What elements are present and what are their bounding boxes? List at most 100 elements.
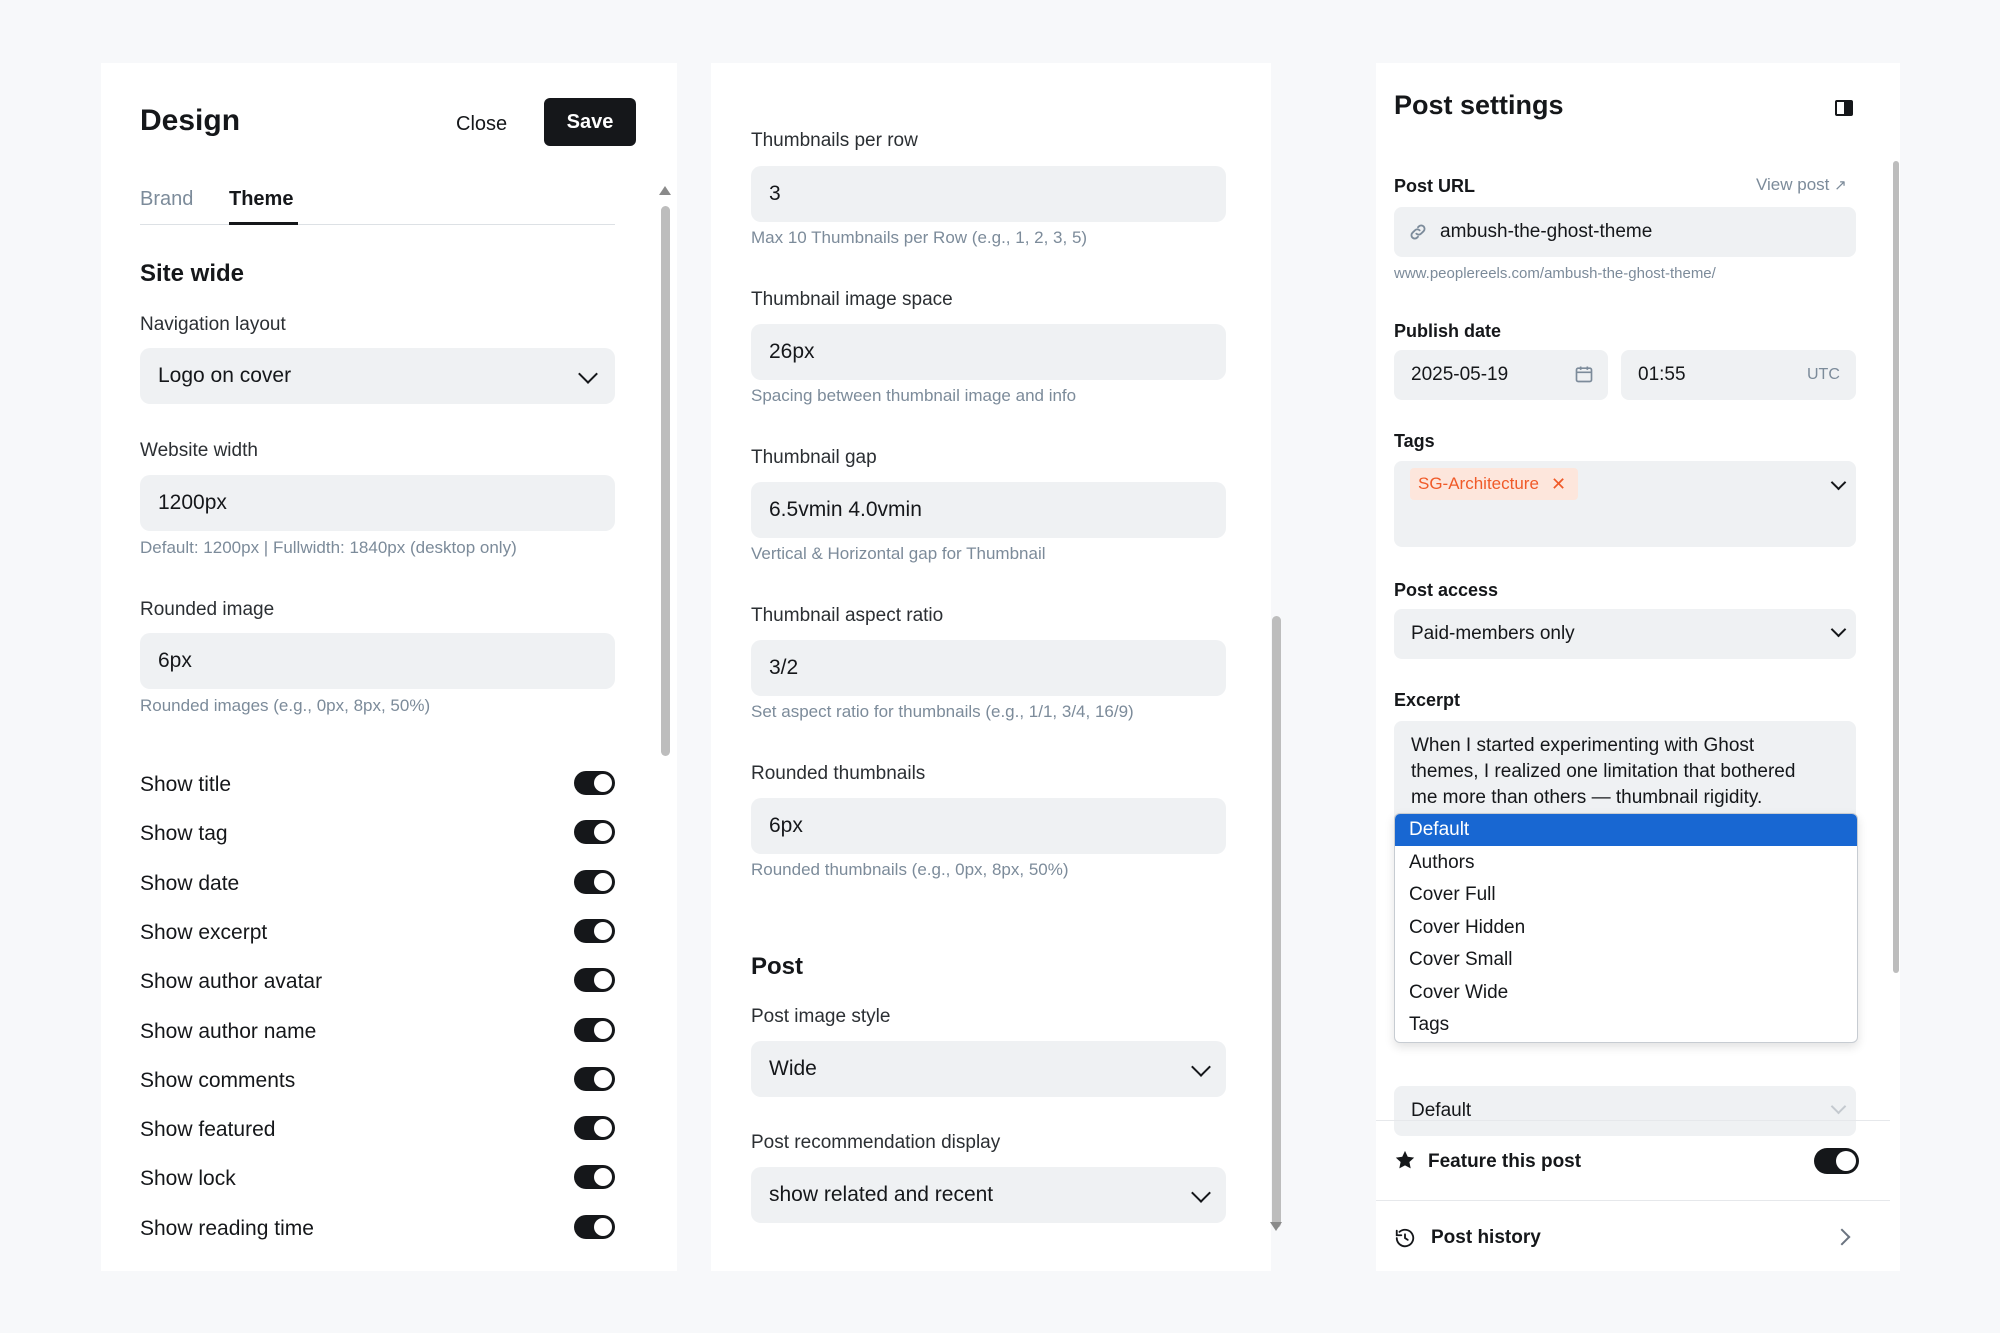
toggle-knob xyxy=(594,1020,612,1039)
sidebar-toggle-icon[interactable] xyxy=(1835,100,1853,116)
excerpt-line: When I started experimenting with Ghost xyxy=(1411,735,1755,756)
post-url-value: ambush-the-ghost-theme xyxy=(1440,221,1653,242)
tag-chip-label: SG-Architecture xyxy=(1418,474,1539,493)
post-recommendation-select[interactable]: show related and recent xyxy=(751,1167,1226,1223)
post-image-style-select[interactable]: Wide xyxy=(751,1041,1226,1097)
toggle-label: Show reading time xyxy=(140,1216,314,1240)
scroll-down-arrow[interactable] xyxy=(1270,1222,1282,1231)
post-image-style-label: Post image style xyxy=(751,1006,891,1027)
link-icon xyxy=(1410,224,1426,240)
toggle-switch[interactable] xyxy=(574,1116,615,1141)
template-option[interactable]: Cover Wide xyxy=(1395,977,1857,1009)
thumbnails-per-row-input[interactable]: 3 xyxy=(751,166,1226,222)
toggle-switch[interactable] xyxy=(574,1066,615,1091)
website-width-value: 1200px xyxy=(158,491,227,514)
toggle-switch[interactable] xyxy=(574,1165,615,1190)
toggle-switch[interactable] xyxy=(574,1017,615,1042)
excerpt-line: me more than others — thumbnail rigidity… xyxy=(1411,787,1763,808)
thumbnail-image-space-input[interactable]: 26px xyxy=(751,324,1226,380)
rounded-image-hint: Rounded images (e.g., 0px, 8px, 50%) xyxy=(140,696,431,715)
navigation-layout-value: Logo on cover xyxy=(158,364,292,387)
template-option[interactable]: Cover Hidden xyxy=(1395,912,1857,944)
close-button[interactable]: Close xyxy=(456,113,507,136)
thumbnail-aspect-ratio-input[interactable]: 3/2 xyxy=(751,640,1226,696)
thumbnail-gap-input[interactable]: 6.5vmin 4.0vmin xyxy=(751,482,1226,538)
rounded-thumbnails-input[interactable]: 6px xyxy=(751,798,1226,854)
calendar-icon[interactable] xyxy=(1574,364,1594,384)
scroll-up-arrow[interactable] xyxy=(659,186,671,195)
timezone-label: UTC xyxy=(1807,366,1840,383)
toggle-switch[interactable] xyxy=(574,1214,615,1239)
post-access-value: Paid-members only xyxy=(1411,623,1575,644)
tags-label: Tags xyxy=(1394,431,1435,451)
design-scrollbar-thumb[interactable] xyxy=(661,206,670,756)
post-image-style-value: Wide xyxy=(769,1057,817,1080)
template-dropdown-list[interactable]: Default Authors Cover Full Cover Hidden Cove… xyxy=(1394,813,1858,1043)
thumbnail-image-space-label: Thumbnail image space xyxy=(751,289,953,310)
template-select[interactable]: Default xyxy=(1394,1086,1856,1136)
post-url-input[interactable]: ambush-the-ghost-theme xyxy=(1394,207,1856,257)
template-option[interactable]: Cover Small xyxy=(1395,944,1857,976)
remove-tag-icon[interactable]: ✕ xyxy=(1551,474,1566,495)
divider xyxy=(1376,1120,1890,1121)
toggle-knob xyxy=(594,774,612,792)
toggle-switch[interactable] xyxy=(574,968,615,993)
thumbnail-aspect-ratio-label: Thumbnail aspect ratio xyxy=(751,605,944,626)
post-access-select[interactable]: Paid-members only xyxy=(1394,609,1856,659)
template-option[interactable]: Tags xyxy=(1395,1009,1857,1041)
feature-post-label: Feature this post xyxy=(1428,1151,1582,1172)
history-icon xyxy=(1395,1228,1415,1248)
thumbnail-image-space-hint: Spacing between thumbnail image and info xyxy=(751,386,1077,405)
post-full-url: www.peoplereels.com/ambush-the-ghost-the… xyxy=(1394,265,1716,282)
tabs-divider xyxy=(140,224,615,225)
toggle-knob xyxy=(594,921,612,940)
design-panel: Design Close Save Brand Theme Site wide … xyxy=(101,63,677,1271)
external-link-icon: ↗ xyxy=(1834,177,1847,194)
post-url-label: Post URL xyxy=(1394,176,1475,196)
feature-post-toggle[interactable] xyxy=(1814,1148,1859,1174)
toggle-label: Show featured xyxy=(140,1118,276,1142)
excerpt-label: Excerpt xyxy=(1394,690,1461,710)
post-settings-scrollbar-thumb[interactable] xyxy=(1893,161,1899,973)
publish-time-value: 01:55 xyxy=(1638,364,1686,385)
website-width-input[interactable]: 1200px xyxy=(140,475,615,531)
template-option[interactable]: Authors xyxy=(1395,847,1857,879)
template-option[interactable]: Default xyxy=(1395,814,1857,846)
thumbnails-per-row-value: 3 xyxy=(769,182,781,205)
middle-scrollbar-thumb[interactable] xyxy=(1272,616,1281,1228)
toggle-switch[interactable] xyxy=(574,771,615,795)
publish-date-label: Publish date xyxy=(1394,321,1502,341)
navigation-layout-select[interactable]: Logo on cover xyxy=(140,348,615,404)
toggle-switch[interactable] xyxy=(574,869,615,894)
thumbnail-aspect-ratio-value: 3/2 xyxy=(769,656,799,679)
site-wide-heading: Site wide xyxy=(140,260,245,287)
post-settings-panel: Post settings Post URL View post ↗ ambus… xyxy=(1376,63,1900,1271)
toggle-switch[interactable] xyxy=(574,918,615,943)
toggle-switch[interactable] xyxy=(574,820,615,845)
tag-chip[interactable]: SG-Architecture ✕ xyxy=(1410,468,1579,500)
thumbnails-per-row-label: Thumbnails per row xyxy=(751,130,918,151)
post-heading: Post xyxy=(751,953,804,980)
thumbnail-gap-hint: Vertical & Horizontal gap for Thumbnail xyxy=(751,544,1046,563)
view-post-link[interactable]: View post ↗ xyxy=(1756,175,1847,195)
toggle-label: Show title xyxy=(140,773,232,796)
tab-brand[interactable]: Brand xyxy=(140,188,193,211)
thumbnail-image-space-value: 26px xyxy=(769,340,815,363)
design-title: Design xyxy=(140,104,241,137)
toggle-knob xyxy=(594,971,612,990)
view-post-label: View post xyxy=(1756,175,1830,194)
post-settings-title: Post settings xyxy=(1394,90,1564,120)
star-icon xyxy=(1395,1150,1415,1169)
save-button[interactable]: Save xyxy=(544,98,636,146)
thumbnails-per-row-hint: Max 10 Thumbnails per Row (e.g., 1, 2, 3… xyxy=(751,228,1088,247)
toggle-label: Show lock xyxy=(140,1167,236,1191)
sidebar-toggle-icon-fill xyxy=(1844,102,1851,114)
toggle-label: Show date xyxy=(140,871,240,895)
toggle-knob xyxy=(1836,1151,1856,1171)
post-recommendation-label: Post recommendation display xyxy=(751,1132,1001,1153)
template-option[interactable]: Cover Full xyxy=(1395,879,1857,911)
tab-theme[interactable]: Theme xyxy=(229,188,293,211)
toggle-knob xyxy=(594,1119,612,1138)
rounded-image-input[interactable]: 6px xyxy=(140,633,615,689)
post-history-row[interactable]: Post history xyxy=(1376,1201,1890,1271)
